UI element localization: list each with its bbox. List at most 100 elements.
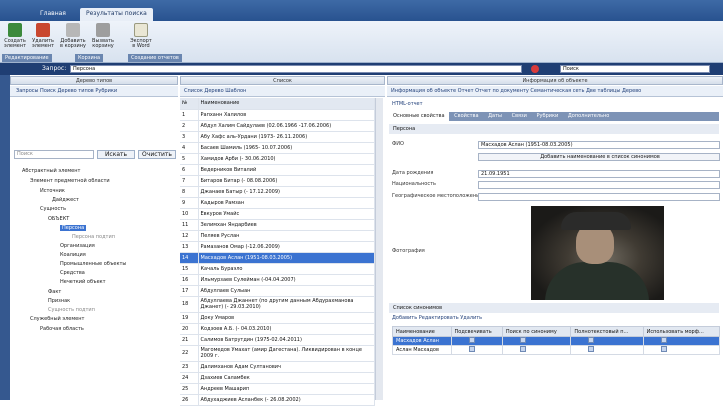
export-word-button[interactable]: Экспорт в Word [128,23,154,55]
tab-props[interactable]: Свойства [450,112,482,121]
birth-label: Дата рождения [392,170,434,176]
tab-dates[interactable]: Даты [484,112,506,121]
tab-rubrics[interactable]: Рубрики [533,112,563,121]
tree-item[interactable]: Признак [48,298,70,304]
synonym-row[interactable]: Аслан Масхадов [392,345,721,355]
tree-item[interactable]: Дайджест [52,197,79,203]
open-basket-button[interactable]: Вызвать корзину [90,23,116,55]
row-name: Хамидов Арби (- 30.06.2010) [198,153,375,165]
list-item[interactable]: 14 Масхадов Аслан (1951-08.03.2005) [180,252,375,264]
section-title: Персона [389,124,719,134]
basket-open-icon [96,23,110,37]
checkbox[interactable] [588,346,595,352]
list-item[interactable]: 10 Евкуров Умайс [180,208,375,220]
tree-item[interactable]: ОБЪЕКТ [48,216,69,222]
tree-item-selected[interactable]: Персона [60,225,87,231]
tree-item[interactable]: Служебный элемент [30,316,84,322]
row-num: 2 [180,120,199,132]
html-report-link[interactable]: HTML-отчет [392,101,423,107]
list-item[interactable]: 25 Андреев Машарип [180,383,375,395]
query-input[interactable]: Персона [70,65,522,73]
tree-item[interactable]: Источник [40,188,65,194]
list-item[interactable]: 24 Дзахиев Саламбек [180,372,375,384]
list-item[interactable]: 12 Пеляев Руслан [180,230,375,242]
list-item[interactable]: 2 Абдул Халим Сайдулаев (02.06.1966 -17.0… [180,120,375,132]
tab-home[interactable]: Главная [34,8,72,21]
tree-item[interactable]: Нечеткий объект [60,279,106,285]
col-num[interactable]: № [180,98,199,110]
list-item[interactable]: 9 Кадыров Рамзан [180,197,375,209]
list-item[interactable]: 3 Абу Хафс аль-Урдани (1973- 26.11.2006) [180,131,375,143]
find-button[interactable]: Искать [97,150,135,159]
checkbox[interactable] [519,346,526,352]
tree-item[interactable]: Коалиция [60,252,86,258]
tab-links[interactable]: Связи [508,112,531,121]
tab-basic-props[interactable]: Основные свойства [389,112,449,121]
list-item[interactable]: 23 Далимханов Адам Султанович [180,361,375,373]
tree-item[interactable]: Элемент предметной области [30,178,110,184]
list-item[interactable]: 17 Абдуллаев Сулыан [180,285,375,297]
create-element-button[interactable]: Создать элемент [2,23,28,55]
tree-item[interactable]: Организация [60,243,95,249]
list-item[interactable]: 21 Салимов Батрутдин (1975-02.04.2011) [180,334,375,346]
nation-field[interactable] [478,181,720,189]
tree-item[interactable]: Факт [48,289,61,295]
tab-search-results[interactable]: Результаты поиска [80,8,153,21]
tab-extra[interactable]: Дополнительно [564,112,613,121]
tree-item[interactable]: Промышленные объекты [60,261,126,267]
row-num: 22 [180,345,199,362]
list-item[interactable]: 11 Зелимхан Яндарбиев [180,219,375,231]
list-item[interactable]: 8 Джанаев Батыр (- 17.12.2009) [180,186,375,198]
tree-item[interactable]: Персона подтип [72,234,115,240]
list-item[interactable]: 7 Битаров Битар (- 08.08.2006) [180,175,375,187]
geo-field[interactable] [478,193,720,201]
list-item[interactable]: 20 Кодзоев А.Б. (- 04.03.2010) [180,323,375,335]
row-num: 17 [180,285,199,297]
checkbox[interactable] [660,337,667,343]
search-input[interactable]: Поиск [560,65,710,73]
synonym-row[interactable]: Масхадов Аслан [392,336,721,346]
tree-item[interactable]: Средства [60,270,85,276]
delete-element-button[interactable]: Удалить элемент [30,23,56,55]
list-item[interactable]: 16 Ильмурзаев Сулейман (-04.04.2007) [180,274,375,286]
row-num: 25 [180,383,199,395]
right-toolbar[interactable]: Информация об объекте Отчет Отчет по док… [387,86,723,97]
tree-search-input[interactable]: Поиск [14,150,94,159]
col-name[interactable]: Наименование [198,98,375,110]
checkbox[interactable] [519,337,526,343]
checkbox[interactable] [588,337,595,343]
syn-col[interactable]: Поиск по синониму [501,326,572,337]
list-item[interactable]: 22 Магомедов Умахат (амир Дагестана). Лик… [180,345,375,362]
syn-col[interactable]: Подсвечивать [450,326,503,337]
list-scrollbar[interactable] [375,98,383,400]
syn-col[interactable]: Использовать морф... [642,326,721,337]
tree-item[interactable]: Сущность подтип [48,307,95,313]
list-toolbar[interactable]: Список Дерево Шаблон [180,86,385,97]
fio-field[interactable]: Масхадов Аслан (1951-08.03.2005) [478,141,720,149]
add-to-basket-button[interactable]: Добавить в корзину [60,23,86,55]
synonyms-toolbar[interactable]: Добавить Редактировать Удалить [392,315,482,321]
list-item[interactable]: 13 Рамазанов Омар (-12.06.2009) [180,241,375,253]
list-item[interactable]: 15 Качаль Бураэло [180,263,375,275]
tree-item[interactable]: Сущность [40,206,66,212]
list-item[interactable]: 4 Басаев Шамиль (1965- 10.07.2006) [180,142,375,154]
birth-field[interactable]: 21.09.1951 [478,170,720,178]
list-item[interactable]: 19 Доку Умаров [180,312,375,324]
tree-item[interactable]: Рабочая область [40,326,84,332]
row-num: 13 [180,241,199,253]
checkbox[interactable] [468,337,475,343]
row-name: Магомедов Умахат (амир Дагестана). Ликви… [198,345,375,362]
syn-col[interactable]: Полнотекстовый п... [570,326,644,337]
list-item[interactable]: 6 Ведерников Виталий [180,164,375,176]
left-toolbar[interactable]: Запросы Поиск Дерево типов Рубрики [10,86,178,97]
list-item[interactable]: 18 Абдуллаева Джаннет (по другим данным А… [180,296,375,313]
list-item[interactable]: 5 Хамидов Арби (- 30.06.2010) [180,153,375,165]
add-synonym-button[interactable]: Добавить наименование в список синонимов [478,153,720,161]
syn-col[interactable]: Наименование [392,326,452,337]
clear-button[interactable]: Очистить [138,150,176,159]
row-num: 19 [180,312,199,324]
checkbox[interactable] [468,346,475,352]
checkbox[interactable] [660,346,667,352]
tree-item[interactable]: Абстрактный элемент [22,168,80,174]
list-item[interactable]: 1 Рапханн Халилов [180,109,375,121]
